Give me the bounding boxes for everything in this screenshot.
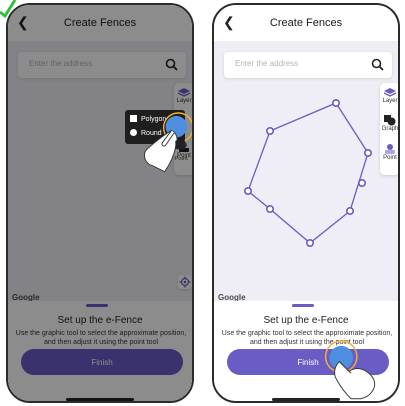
fence-point: [265, 205, 274, 214]
polygon-label: Polygon: [141, 116, 167, 123]
search-input[interactable]: Enter the address: [235, 59, 298, 68]
search-bar[interactable]: Enter the address: [224, 52, 392, 78]
circle-icon: [130, 129, 137, 136]
search-icon[interactable]: [371, 58, 384, 71]
polygon-option[interactable]: Polygon: [130, 115, 166, 125]
shape-menu: Polygon Round: [125, 110, 185, 144]
fence-point: [364, 149, 373, 158]
search-bar[interactable]: Enter the address: [18, 52, 186, 78]
point-pin-icon: [385, 144, 395, 154]
page-title: Create Fences: [63, 17, 137, 29]
chevron-left-icon[interactable]: ❮: [223, 13, 235, 31]
finish-button[interactable]: Finish: [21, 349, 183, 375]
fence-point: [346, 207, 355, 216]
sheet-title: Set up the e-Fence: [263, 315, 349, 326]
graph-label: Graph: [381, 126, 399, 132]
fence-point: [243, 187, 252, 196]
search-icon[interactable]: [165, 58, 178, 71]
round-label: Round: [141, 130, 162, 137]
fence-polygon[interactable]: [214, 41, 400, 301]
point-label: Point: [383, 155, 397, 161]
fence-point: [332, 98, 341, 107]
chevron-left-icon[interactable]: ❮: [17, 13, 29, 31]
graph-tool[interactable]: Graph: [380, 115, 399, 133]
sheet-handle[interactable]: [292, 304, 314, 307]
fence-point: [306, 239, 315, 248]
fence-point: [358, 179, 367, 188]
map-toolbar: Layer Graph Point: [380, 83, 399, 175]
home-indicator: [272, 398, 340, 401]
locate-icon: [179, 276, 191, 288]
layers-icon: [178, 88, 190, 97]
home-indicator: [66, 398, 134, 401]
fence-point: [265, 127, 274, 136]
bottom-sheet: Set up the e-Fence Use the graphic tool …: [8, 301, 192, 401]
locate-button[interactable]: [178, 275, 192, 289]
layer-tool[interactable]: Layer: [380, 88, 398, 105]
sheet-title: Set up the e-Fence: [57, 315, 143, 326]
app-header: ❮ Create Fences: [8, 5, 192, 41]
phone-screen-right: ❮ Create Fences Enter the address Layer …: [212, 3, 400, 403]
point-tool[interactable]: Point: [380, 143, 398, 162]
point-label: Point: [177, 153, 191, 159]
layers-icon: [384, 88, 396, 97]
layer-label: Layer: [382, 98, 398, 104]
layer-tool[interactable]: Layer: [174, 88, 192, 105]
phone-screen-left: ❮ Create Fences Enter the address Layer …: [6, 3, 194, 403]
sheet-description: Use the graphic tool to select the appro…: [15, 330, 187, 346]
finish-button[interactable]: Finish: [227, 349, 389, 375]
round-option[interactable]: Round: [130, 129, 162, 139]
search-input[interactable]: Enter the address: [29, 59, 92, 68]
sheet-description: Use the graphic tool to select the appro…: [221, 330, 393, 346]
square-icon: [130, 115, 137, 122]
app-header: ❮ Create Fences: [214, 5, 398, 41]
bottom-sheet: Set up the e-Fence Use the graphic tool …: [214, 301, 398, 401]
page-title: Create Fences: [269, 17, 343, 29]
layer-label: Layer: [176, 98, 192, 104]
shapes-icon: [384, 115, 396, 126]
map-view[interactable]: [8, 41, 192, 301]
sheet-handle[interactable]: [86, 304, 108, 307]
